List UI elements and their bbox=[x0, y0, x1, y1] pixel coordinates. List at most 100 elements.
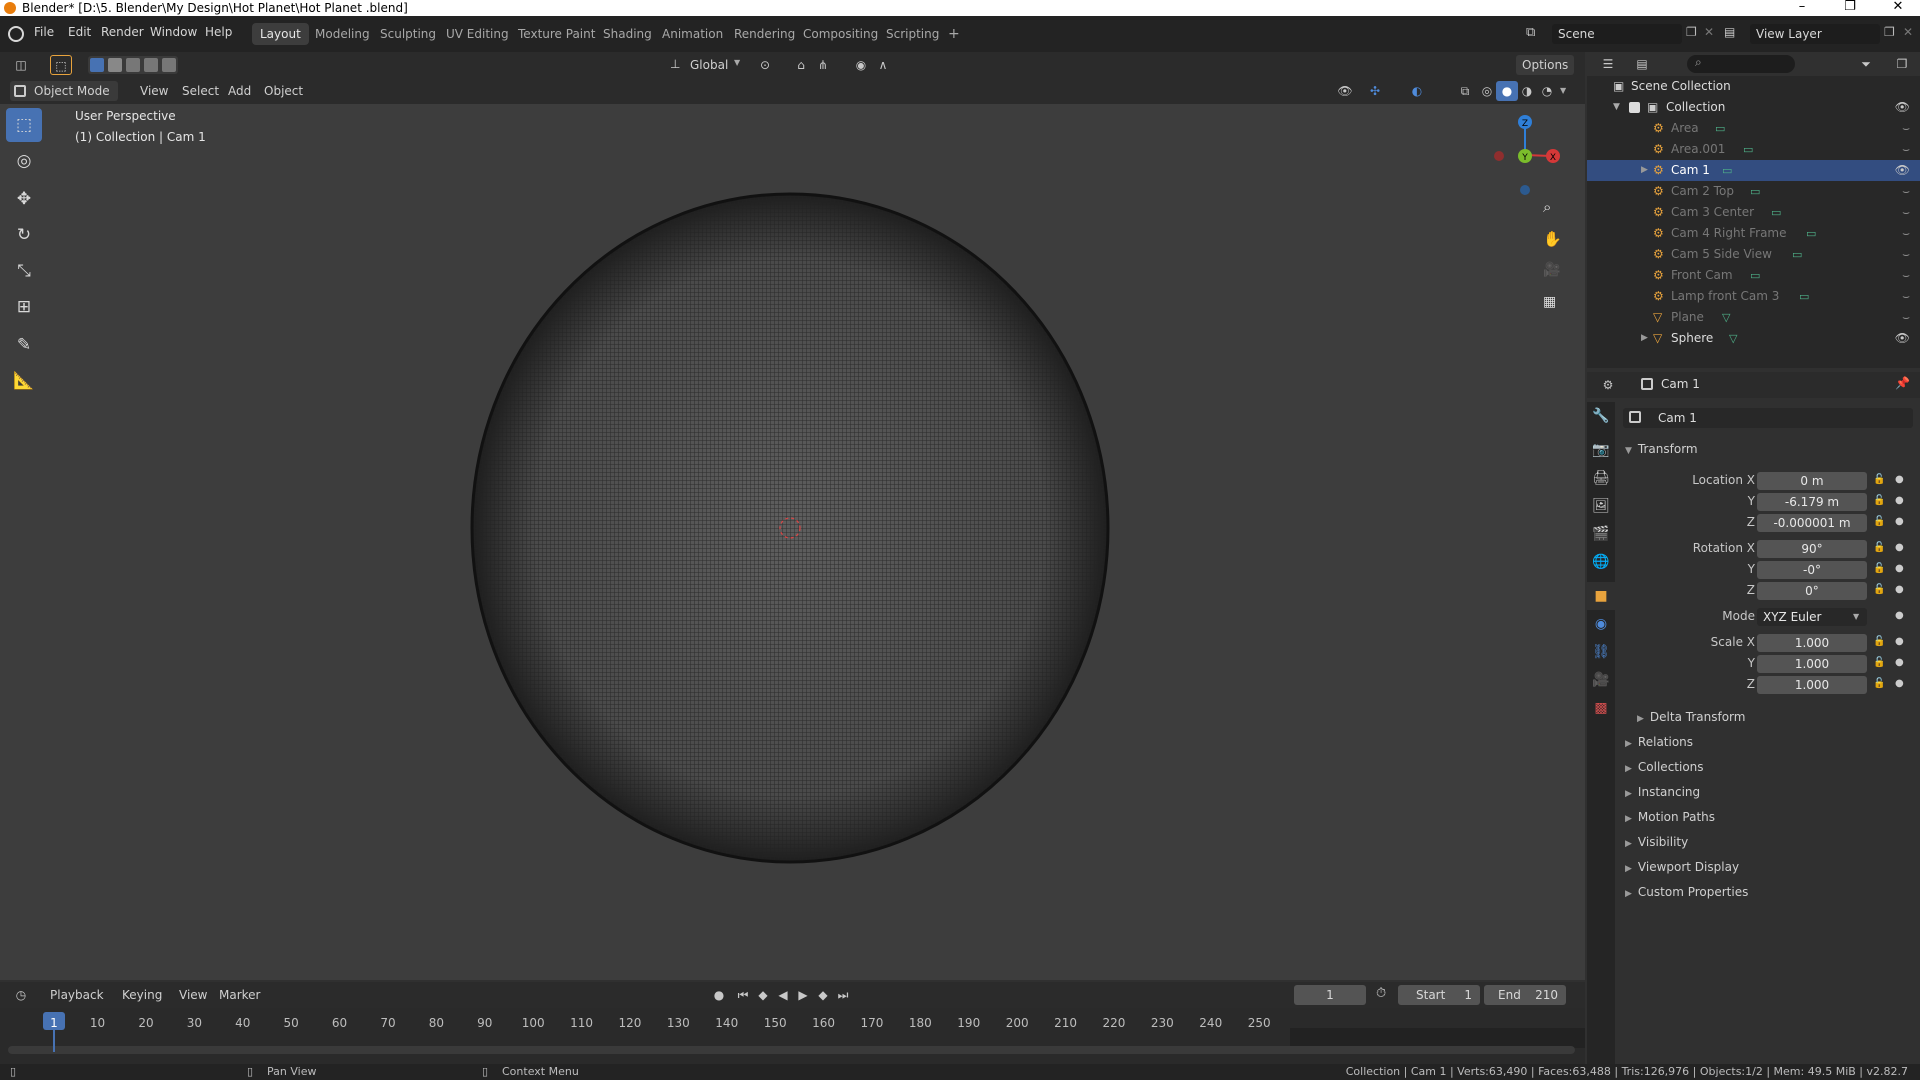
eye-closed-icon[interactable]: ⌣ bbox=[1902, 118, 1910, 139]
eye-icon[interactable]: 👁 bbox=[1895, 160, 1910, 181]
menu-render[interactable]: Render bbox=[101, 25, 144, 39]
keyframe-dot-icon[interactable]: ● bbox=[1895, 474, 1904, 485]
keyframe-dot-icon[interactable]: ● bbox=[1895, 636, 1904, 647]
next-keyframe-icon[interactable]: ◆ bbox=[812, 985, 834, 1005]
keyframe-dot-icon[interactable]: ● bbox=[1895, 678, 1904, 689]
outliner-item[interactable]: ⚙ Lamp front Cam 3 ▭ ⌣ bbox=[1587, 286, 1920, 307]
menu-add[interactable]: Add bbox=[222, 81, 257, 101]
3d-viewport[interactable]: User Perspective (1) Collection | Cam 1 … bbox=[0, 104, 1585, 980]
display-mode-icon[interactable]: ▤ bbox=[1631, 54, 1653, 74]
object-data-icon[interactable]: ▭ bbox=[1771, 202, 1781, 223]
eye-icon[interactable]: 👁 bbox=[1895, 97, 1910, 118]
keyframe-dot-icon[interactable]: ● bbox=[1895, 563, 1904, 574]
outliner-item[interactable]: ▶ ⚙ Cam 1 ▭ 👁 bbox=[1587, 160, 1920, 181]
lock-icon[interactable]: 🔓 bbox=[1873, 516, 1885, 527]
menu-keying[interactable]: Keying bbox=[116, 985, 168, 1005]
menu-marker[interactable]: Marker bbox=[213, 985, 266, 1005]
lock-icon[interactable]: 🔓 bbox=[1873, 474, 1885, 485]
timeline-scrollbar[interactable] bbox=[8, 1046, 1575, 1054]
material-preview-icon[interactable]: ◑ bbox=[1516, 81, 1538, 101]
record-icon[interactable]: ● bbox=[708, 985, 730, 1005]
object-name-field[interactable]: Cam 1 bbox=[1623, 408, 1913, 428]
eye-closed-icon[interactable]: ⌣ bbox=[1902, 307, 1910, 328]
sphere-wireframe[interactable] bbox=[470, 192, 1110, 864]
select-box-tool-icon[interactable]: ⬚ bbox=[6, 108, 42, 142]
outliner-item[interactable]: ⚙ Area ▭ ⌣ bbox=[1587, 118, 1920, 139]
view-layer-selector[interactable]: View Layer bbox=[1750, 24, 1880, 44]
outliner-item[interactable]: ▶ ▽ Sphere ▽ 👁 bbox=[1587, 328, 1920, 349]
constraints-tab-icon[interactable]: ⛓ bbox=[1587, 638, 1615, 666]
transform-panel-header[interactable]: ▼ Transform bbox=[1625, 442, 1698, 456]
lock-icon[interactable]: 🔓 bbox=[1873, 678, 1885, 689]
pivot-point-icon[interactable]: ⊙ bbox=[754, 55, 776, 75]
eye-closed-icon[interactable]: ⌣ bbox=[1902, 265, 1910, 286]
expand-arrow-icon[interactable]: ▶ bbox=[1641, 160, 1648, 181]
current-frame-field[interactable]: 1 bbox=[1294, 985, 1366, 1005]
wireframe-shading-icon[interactable]: ◎ bbox=[1476, 81, 1498, 101]
lock-icon[interactable]: 🔓 bbox=[1873, 563, 1885, 574]
menu-file[interactable]: File bbox=[34, 25, 54, 39]
delete-scene-icon[interactable]: ✕ bbox=[1704, 25, 1714, 39]
new-view-layer-icon[interactable]: ❐ bbox=[1884, 25, 1895, 39]
timeline-editor-type-icon[interactable]: ◷ bbox=[10, 985, 32, 1005]
outliner-item[interactable]: ⚙ Area.001 ▭ ⌣ bbox=[1587, 139, 1920, 160]
mesh-data-icon[interactable]: ▽ bbox=[1729, 328, 1737, 349]
workspace-tab-texture-paint[interactable]: Texture Paint bbox=[510, 23, 603, 45]
select-extend-icon[interactable] bbox=[108, 58, 122, 72]
snap-target-icon[interactable]: ⋔ bbox=[812, 55, 834, 75]
object-data-icon[interactable]: ▭ bbox=[1799, 286, 1809, 307]
workspace-tab-rendering[interactable]: Rendering bbox=[726, 23, 803, 45]
properties-section[interactable]: ▶ Motion Paths bbox=[1625, 810, 1715, 824]
world-tab-icon[interactable]: 🌐 bbox=[1587, 548, 1615, 576]
workspace-tab-uv-editing[interactable]: UV Editing bbox=[438, 23, 517, 45]
rendered-shading-icon[interactable]: ◔ bbox=[1536, 81, 1558, 101]
outliner-collection[interactable]: ▼ ▣ Collection 👁 bbox=[1587, 97, 1920, 118]
options-dropdown[interactable]: Options bbox=[1516, 55, 1575, 75]
show-gizmo-icon[interactable]: ✣ bbox=[1364, 81, 1386, 101]
visibility-selectability-icon[interactable]: 👁 bbox=[1334, 81, 1356, 101]
properties-section[interactable]: ▶ Collections bbox=[1625, 760, 1704, 774]
eye-closed-icon[interactable]: ⌣ bbox=[1902, 244, 1910, 265]
lock-icon[interactable]: 🔓 bbox=[1873, 584, 1885, 595]
outliner-editor-type-icon[interactable]: ☰ bbox=[1597, 54, 1619, 74]
eye-closed-icon[interactable]: ⌣ bbox=[1902, 223, 1910, 244]
rotation-mode-dropdown[interactable]: XYZ Euler bbox=[1757, 608, 1867, 626]
scene-tab-icon[interactable]: 🎬 bbox=[1587, 520, 1615, 548]
snap-icon[interactable]: ⌂ bbox=[790, 55, 812, 75]
preview-range-icon[interactable]: ⏱ bbox=[1376, 986, 1386, 1001]
shading-options-icon[interactable]: ▼ bbox=[1560, 86, 1566, 95]
rotate-tool-icon[interactable]: ↻ bbox=[6, 218, 42, 252]
select-invert-icon[interactable] bbox=[144, 58, 158, 72]
object-data-icon[interactable]: ▭ bbox=[1722, 160, 1732, 181]
prev-keyframe-icon[interactable]: ◆ bbox=[752, 985, 774, 1005]
scale-y-field[interactable]: 1.000 bbox=[1757, 655, 1867, 673]
properties-editor-type-icon[interactable]: ⚙ bbox=[1597, 375, 1619, 395]
location-z-field[interactable]: -0.000001 m bbox=[1757, 514, 1867, 532]
move-tool-icon[interactable]: ✥ bbox=[6, 182, 42, 216]
maximize-button[interactable]: ❐ bbox=[1830, 0, 1870, 16]
eye-closed-icon[interactable]: ⌣ bbox=[1902, 181, 1910, 202]
jump-end-icon[interactable]: ⏭ bbox=[832, 985, 854, 1005]
view-layer-icon[interactable]: ▤ bbox=[1724, 25, 1735, 39]
object-data-icon[interactable]: ▭ bbox=[1743, 139, 1753, 160]
outliner-item[interactable]: ⚙ Cam 4 Right Frame ▭ ⌣ bbox=[1587, 223, 1920, 244]
tool-tab-icon[interactable]: 🔧 bbox=[1587, 402, 1615, 430]
properties-section[interactable]: ▶ Viewport Display bbox=[1625, 860, 1739, 874]
scale-z-field[interactable]: 1.000 bbox=[1757, 676, 1867, 694]
workspace-tab-shading[interactable]: Shading bbox=[595, 23, 660, 45]
keyframe-dot-icon[interactable]: ● bbox=[1895, 516, 1904, 527]
location-x-field[interactable]: 0 m bbox=[1757, 472, 1867, 490]
camera-view-icon[interactable]: 🎥 bbox=[1543, 262, 1560, 278]
menu-select[interactable]: Select bbox=[176, 81, 225, 101]
menu-playback[interactable]: Playback bbox=[44, 985, 110, 1005]
properties-section[interactable]: ▶ Instancing bbox=[1625, 785, 1700, 799]
object-data-icon[interactable]: ▭ bbox=[1792, 244, 1802, 265]
cursor-tool-icon[interactable]: ◎ bbox=[6, 144, 42, 178]
perspective-toggle-icon[interactable]: ▦ bbox=[1543, 294, 1556, 310]
blender-menu-icon[interactable] bbox=[8, 26, 24, 42]
object-mode-dropdown[interactable]: Object Mode bbox=[10, 81, 118, 101]
physics-tab-icon[interactable]: ◉ bbox=[1587, 610, 1615, 638]
keyframe-dot-icon[interactable]: ● bbox=[1895, 542, 1904, 553]
pan-hand-icon[interactable]: ✋ bbox=[1543, 230, 1562, 248]
outliner-search-input[interactable]: ⌕ bbox=[1687, 55, 1795, 73]
